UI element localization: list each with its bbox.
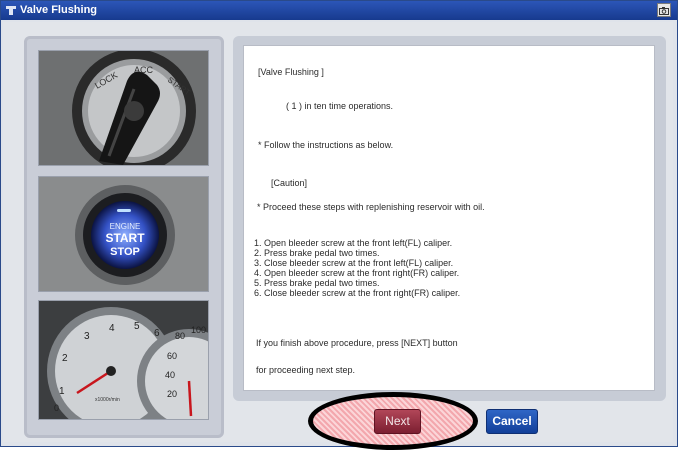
tick-5: 5 <box>134 321 140 332</box>
title-bar: Valve Flushing <box>1 1 677 20</box>
step-item: 6. Close bleeder screw at the front righ… <box>254 288 461 298</box>
tick-6: 6 <box>154 328 160 339</box>
tick-20: 20 <box>167 389 177 399</box>
cancel-button[interactable]: Cancel <box>486 409 538 434</box>
step-item: 5. Press brake pedal two times. <box>254 278 380 288</box>
stop-word: STOP <box>110 246 140 258</box>
tick-0: 0 <box>54 403 59 413</box>
rpm-unit: x1000r/min <box>95 397 120 403</box>
tick-40: 40 <box>165 370 175 380</box>
tick-3: 3 <box>84 331 90 342</box>
step-item: 4. Open bleeder screw at the front right… <box>254 268 460 278</box>
caution-label: [Caution] <box>271 178 308 188</box>
tick-60: 60 <box>167 351 177 361</box>
tick-1: 1 <box>59 386 65 397</box>
operation-count: ( 1 ) in ten time operations. <box>286 101 394 111</box>
step-item: 2. Press brake pedal two times. <box>254 248 380 258</box>
engine-label: ENGINE <box>110 222 141 231</box>
proceed-instruction: for proceeding next step. <box>256 365 356 375</box>
procedure-heading: [Valve Flushing ] <box>258 67 324 77</box>
caution-text: * Proceed these steps with replenishing … <box>257 202 485 212</box>
ignition-key-image: LOCK ACC START <box>38 50 209 166</box>
tick-4: 4 <box>109 323 115 334</box>
tick-2: 2 <box>62 353 68 364</box>
step-item: 3. Close bleeder screw at the front left… <box>254 258 454 268</box>
camera-icon <box>659 7 669 15</box>
wrench-icon <box>6 6 16 15</box>
start-stop-button-image: ENGINE START STOP <box>38 176 209 292</box>
tick-80: 80 <box>175 331 185 341</box>
instrument-gauge-image: 1 2 3 4 5 6 80 100 60 40 20 0 x1000r/min <box>38 300 209 420</box>
follow-instructions: * Follow the instructions as below. <box>258 140 394 150</box>
finish-instruction: If you finish above procedure, press [NE… <box>256 338 458 348</box>
next-button[interactable]: Next <box>374 409 421 434</box>
tick-100: 100 <box>191 325 206 335</box>
window-title: Valve Flushing <box>20 4 98 16</box>
step-item: 1. Open bleeder screw at the front left(… <box>254 238 453 248</box>
screenshot-button[interactable] <box>657 3 671 17</box>
start-word: START <box>105 231 145 245</box>
